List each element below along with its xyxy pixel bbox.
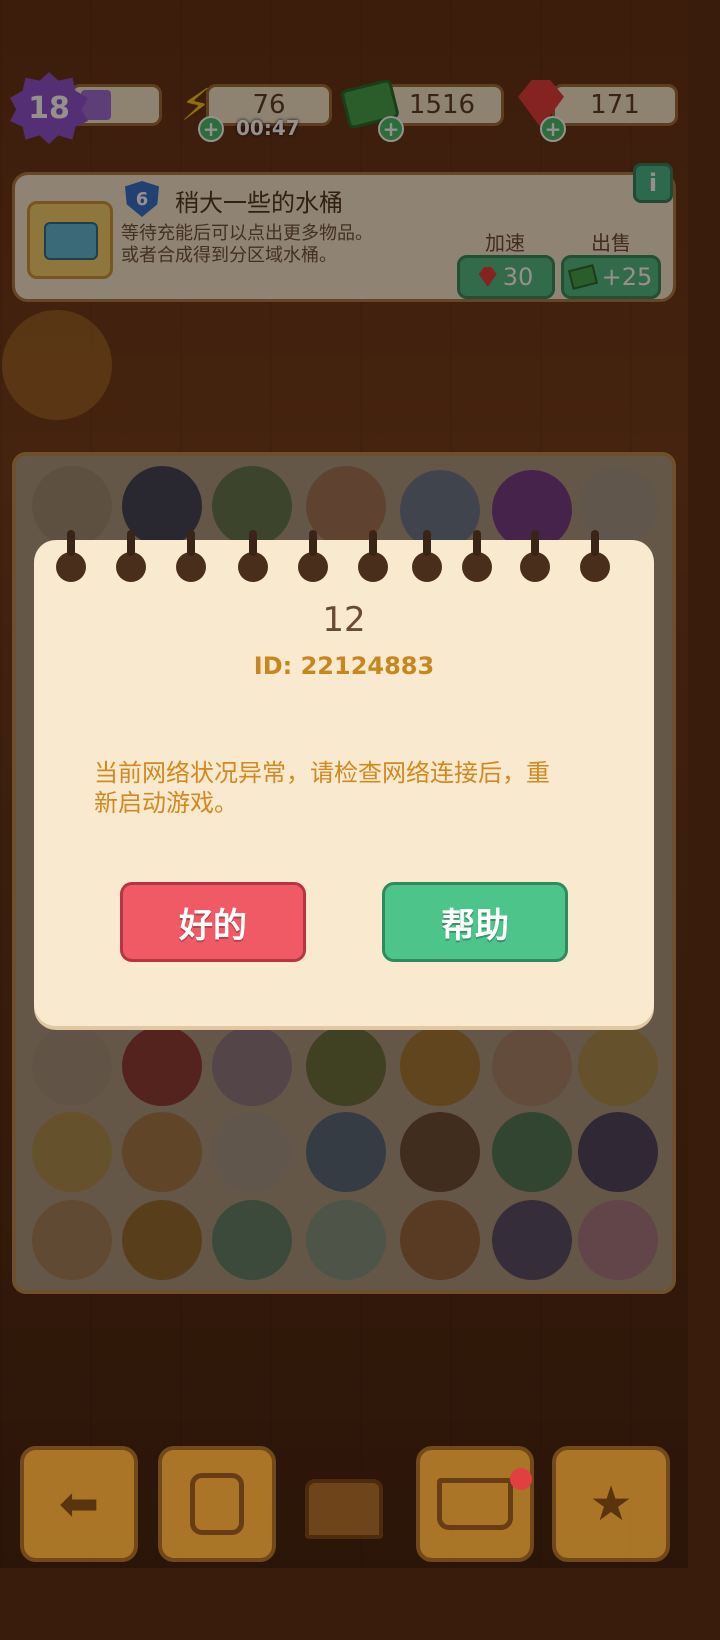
treasure-chest-icon [305, 1479, 383, 1539]
basket-icon [437, 1478, 513, 1530]
back-arrow-icon: ⬅ [58, 1476, 100, 1532]
player-id: ID: 22124883 [253, 652, 435, 680]
binder-ring [462, 530, 492, 582]
clipboard-star-icon: ★ [589, 1476, 633, 1532]
binder-ring [238, 530, 268, 582]
error-code: 12 [322, 600, 366, 640]
notification-dot [510, 1468, 532, 1490]
binder-ring [580, 530, 610, 582]
binder-ring [176, 530, 206, 582]
backpack-icon [190, 1473, 244, 1535]
binder-ring [520, 530, 550, 582]
network-error-dialog: 12 ID: 22124883 当前网络状况异常，请检查网络连接后，重 新启动游… [34, 530, 654, 1026]
back-button[interactable]: ⬅ [20, 1446, 138, 1562]
error-message-line2: 新启动游戏。 [94, 789, 238, 817]
ok-button[interactable]: 好的 [120, 882, 306, 962]
clipboard-button[interactable]: ★ [552, 1446, 670, 1562]
binder-ring [298, 530, 328, 582]
backpack-button[interactable] [158, 1446, 276, 1562]
treasure-chest-button[interactable] [298, 1466, 390, 1552]
basket-button[interactable] [416, 1446, 534, 1562]
binder-ring [56, 530, 86, 582]
help-button[interactable]: 帮助 [382, 882, 568, 962]
error-message-line1: 当前网络状况异常，请检查网络连接后，重 [94, 759, 550, 787]
error-message: 当前网络状况异常，请检查网络连接后，重 新启动游戏。 [94, 758, 594, 818]
binder-ring [412, 530, 442, 582]
binder-ring [358, 530, 388, 582]
binder-ring [116, 530, 146, 582]
